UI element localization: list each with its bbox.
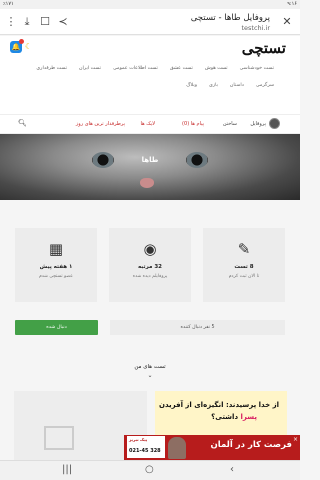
stat-title: 32 مرتبه — [137, 264, 163, 270]
battery-indicator: ٪۱۷۱ — [3, 1, 14, 7]
category-link[interactable]: تست خودشناسی — [240, 66, 274, 71]
stat-subtitle: عضو تستچی شدم — [39, 274, 73, 279]
ad-brand: پیک تبریز — [129, 437, 148, 442]
thumbnail-text: پسرا داشتی؟ — [211, 413, 257, 421]
dark-mode-toggle-icon[interactable]: ☾ — [25, 41, 32, 53]
page-title: پروفایل طاها - تستچی — [190, 13, 270, 23]
profile-menu[interactable]: پروفایل — [250, 121, 266, 127]
stat-title: ۱ هفته پیش — [39, 264, 73, 270]
category-link[interactable]: تست طرفداری — [36, 66, 67, 71]
image-placeholder-icon — [44, 426, 74, 450]
popular-link[interactable]: پرطرفدار ترین های روز — [76, 121, 125, 127]
system-nav-bar: ||| ○ ‹ — [0, 460, 300, 480]
followers-count[interactable]: 5 نفر دنبال کننده — [110, 320, 285, 335]
stat-subtitle: پروفایلم دیده شده — [132, 274, 168, 279]
share-icon[interactable]: ≺ — [56, 15, 70, 29]
ad-phone: 021-45 328 — [129, 448, 161, 454]
category-link[interactable]: وبلاگ — [186, 83, 197, 88]
calendar-icon: ▦ — [48, 240, 64, 258]
back-icon[interactable]: ‹ — [230, 464, 234, 475]
profile-navbar: پروفایل ساختن پیام ها (0) لایک ها پرطرفد… — [0, 114, 300, 134]
site-logo[interactable]: تستچی — [242, 39, 286, 57]
web-page: 🔔 ☾ تستچی تست خودشناسی تست هوش تست عشق ت… — [0, 36, 300, 460]
profile-name: طاها — [141, 156, 159, 164]
ad-close-icon[interactable]: × — [293, 436, 298, 443]
more-vert-icon[interactable]: ⋮ — [4, 15, 18, 29]
stat-card-joined: ▦ ۱ هفته پیش عضو تستچی شدم — [15, 228, 97, 302]
category-links: تست خودشناسی تست هوش تست عشق تست اطلاعات… — [20, 66, 280, 100]
ad-banner[interactable]: پیک تبریز 021-45 328 فرصت کار در آلمان × — [124, 435, 300, 460]
section-title: تست های من — [134, 364, 166, 370]
ad-person-image — [168, 437, 186, 459]
category-link[interactable]: داستان — [230, 83, 244, 88]
url-text[interactable]: testchi.ir — [241, 24, 270, 32]
stat-card-views: ◉ 32 مرتبه پروفایلم دیده شده — [109, 228, 191, 302]
ad-logo: پیک تبریز 021-45 328 — [127, 436, 165, 458]
cover-cat-nose — [140, 178, 154, 188]
thumbnail-highlight: پسرا — [240, 413, 257, 421]
avatar[interactable] — [269, 118, 280, 129]
clock: ۹:۱۶ — [287, 1, 297, 7]
thumbnail-text-suffix: داشتی؟ — [211, 413, 241, 421]
stat-title: 8 تست — [234, 264, 254, 270]
category-link[interactable]: سرگرمی — [256, 83, 274, 88]
download-icon[interactable]: ⤓ — [20, 15, 34, 29]
category-link[interactable]: تست ایران — [79, 66, 101, 71]
thumbnail-text: از خدا پرسیدند: انگیزه‌ای از آفریدن — [158, 401, 279, 409]
likes-link[interactable]: لایک ها — [141, 121, 155, 127]
notification-bell-icon[interactable]: 🔔 — [10, 39, 24, 53]
search-icon[interactable]: 🔍︎ — [18, 119, 27, 127]
home-icon[interactable]: ○ — [145, 464, 154, 475]
status-bar: ٪۱۷۱ ۹:۱۶ — [0, 0, 300, 9]
close-icon[interactable]: ✕ — [280, 15, 294, 29]
stat-subtitle: تا الان ثبت کردم — [228, 274, 260, 279]
browser-toolbar: ⋮ ⤓ ☐ ≺ پروفایل طاها - تستچی testchi.ir … — [0, 9, 300, 35]
eye-icon: ◉ — [143, 240, 157, 258]
bookmark-icon[interactable]: ☐ — [38, 15, 52, 29]
category-link[interactable]: تست اطلاعات عمومی — [113, 66, 158, 71]
ad-text: فرصت کار در آلمان — [210, 440, 292, 450]
category-link[interactable]: تست عشق — [170, 66, 193, 71]
create-menu[interactable]: ساختن — [223, 121, 237, 127]
chevron-down-icon: ⌄ — [147, 372, 153, 379]
stat-card-tests: ✎ 8 تست تا الان ثبت کردم — [203, 228, 285, 302]
recents-icon[interactable]: ||| — [62, 464, 72, 475]
notification-dot — [19, 39, 24, 44]
profile-cover: طاها — [0, 134, 300, 200]
follow-button[interactable]: دنبال شده — [15, 320, 98, 335]
messages-link[interactable]: پیام ها (0) — [182, 121, 204, 127]
site-header: 🔔 ☾ تستچی تست خودشناسی تست هوش تست عشق ت… — [0, 36, 300, 114]
pencil-icon: ✎ — [237, 240, 251, 258]
category-link[interactable]: تست هوش — [205, 66, 228, 71]
category-link[interactable]: بازی — [209, 83, 218, 88]
